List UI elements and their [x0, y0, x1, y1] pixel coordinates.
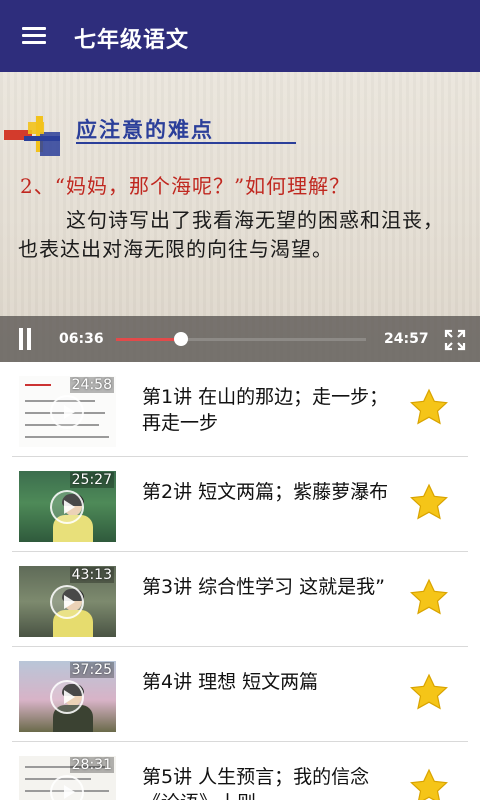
video-player[interactable]: 应注意的难点 2、“妈妈，那个海呢？”如何理解？ 这句诗写出了我看海无望的困惑和… — [0, 72, 480, 362]
list-item[interactable]: 25:27 第2讲 短文两篇；紫藤萝瀑布 — [0, 457, 480, 552]
favorite-star-icon[interactable] — [409, 483, 449, 523]
play-icon[interactable] — [50, 490, 84, 524]
seek-progress — [116, 338, 181, 341]
play-icon[interactable] — [50, 395, 84, 429]
app-title: 七年级语文 — [74, 28, 190, 53]
video-duration: 43:13 — [69, 567, 114, 583]
total-time: 24:57 — [384, 331, 429, 347]
favorite-star-icon[interactable] — [409, 388, 449, 428]
thumb-text-line — [25, 384, 51, 386]
slide-body: 这句诗写出了我看海无望的困惑和沮丧，也表达出对海无限的向往与渴望。 — [18, 208, 444, 261]
list-item[interactable]: 24:58 第1讲 在山的那边；走一步；再走一步 — [0, 362, 480, 457]
lesson-title: 第2讲 短文两篇；紫藤萝瀑布 — [142, 481, 389, 503]
slide-heading: 应注意的难点 — [76, 117, 214, 142]
slide-decoration — [4, 116, 60, 156]
lesson-title: 第1讲 在山的那边；走一步；再走一步 — [142, 386, 389, 434]
slide-question: 2、“妈妈，那个海呢？”如何理解？ — [20, 174, 351, 198]
favorite-star-icon[interactable] — [409, 673, 449, 713]
lesson-title: 第3讲 综合性学习 这就是我” — [142, 576, 386, 598]
list-item[interactable]: 43:13 第3讲 综合性学习 这就是我” — [0, 552, 480, 647]
play-icon[interactable] — [50, 585, 84, 619]
lesson-list: 24:58 第1讲 在山的那边；走一步；再走一步 25:27 第2讲 短文两篇；… — [0, 362, 480, 800]
lesson-title: 第5讲 人生预言；我的信念《论语》十则 — [142, 766, 370, 800]
current-time: 06:36 — [59, 331, 104, 347]
video-thumbnail[interactable]: 37:25 — [19, 661, 116, 732]
list-item[interactable]: 37:25 第4讲 理想 短文两篇 — [0, 647, 480, 742]
app-bar: 七年级语文 — [0, 0, 480, 72]
video-duration: 28:31 — [69, 757, 114, 773]
video-thumbnail[interactable]: 28:31 — [19, 756, 116, 800]
player-controls: 06:36 24:57 — [0, 316, 480, 362]
video-thumbnail[interactable]: 25:27 — [19, 471, 116, 542]
favorite-star-icon[interactable] — [409, 768, 449, 800]
fullscreen-icon[interactable] — [444, 329, 466, 351]
seek-bar[interactable] — [116, 332, 366, 346]
thumb-text-line — [25, 436, 109, 438]
favorite-star-icon[interactable] — [409, 578, 449, 618]
video-duration: 24:58 — [69, 377, 114, 393]
video-duration: 37:25 — [69, 662, 114, 678]
menu-icon[interactable] — [22, 27, 46, 45]
video-thumbnail[interactable]: 43:13 — [19, 566, 116, 637]
pause-icon[interactable] — [17, 328, 33, 350]
video-thumbnail[interactable]: 24:58 — [19, 376, 116, 447]
play-icon[interactable] — [50, 680, 84, 714]
slide-underline — [76, 142, 296, 144]
video-duration: 25:27 — [69, 472, 114, 488]
seek-thumb[interactable] — [174, 332, 188, 346]
list-item[interactable]: 28:31 第5讲 人生预言；我的信念《论语》十则 — [0, 742, 480, 800]
lesson-title: 第4讲 理想 短文两篇 — [142, 671, 319, 693]
